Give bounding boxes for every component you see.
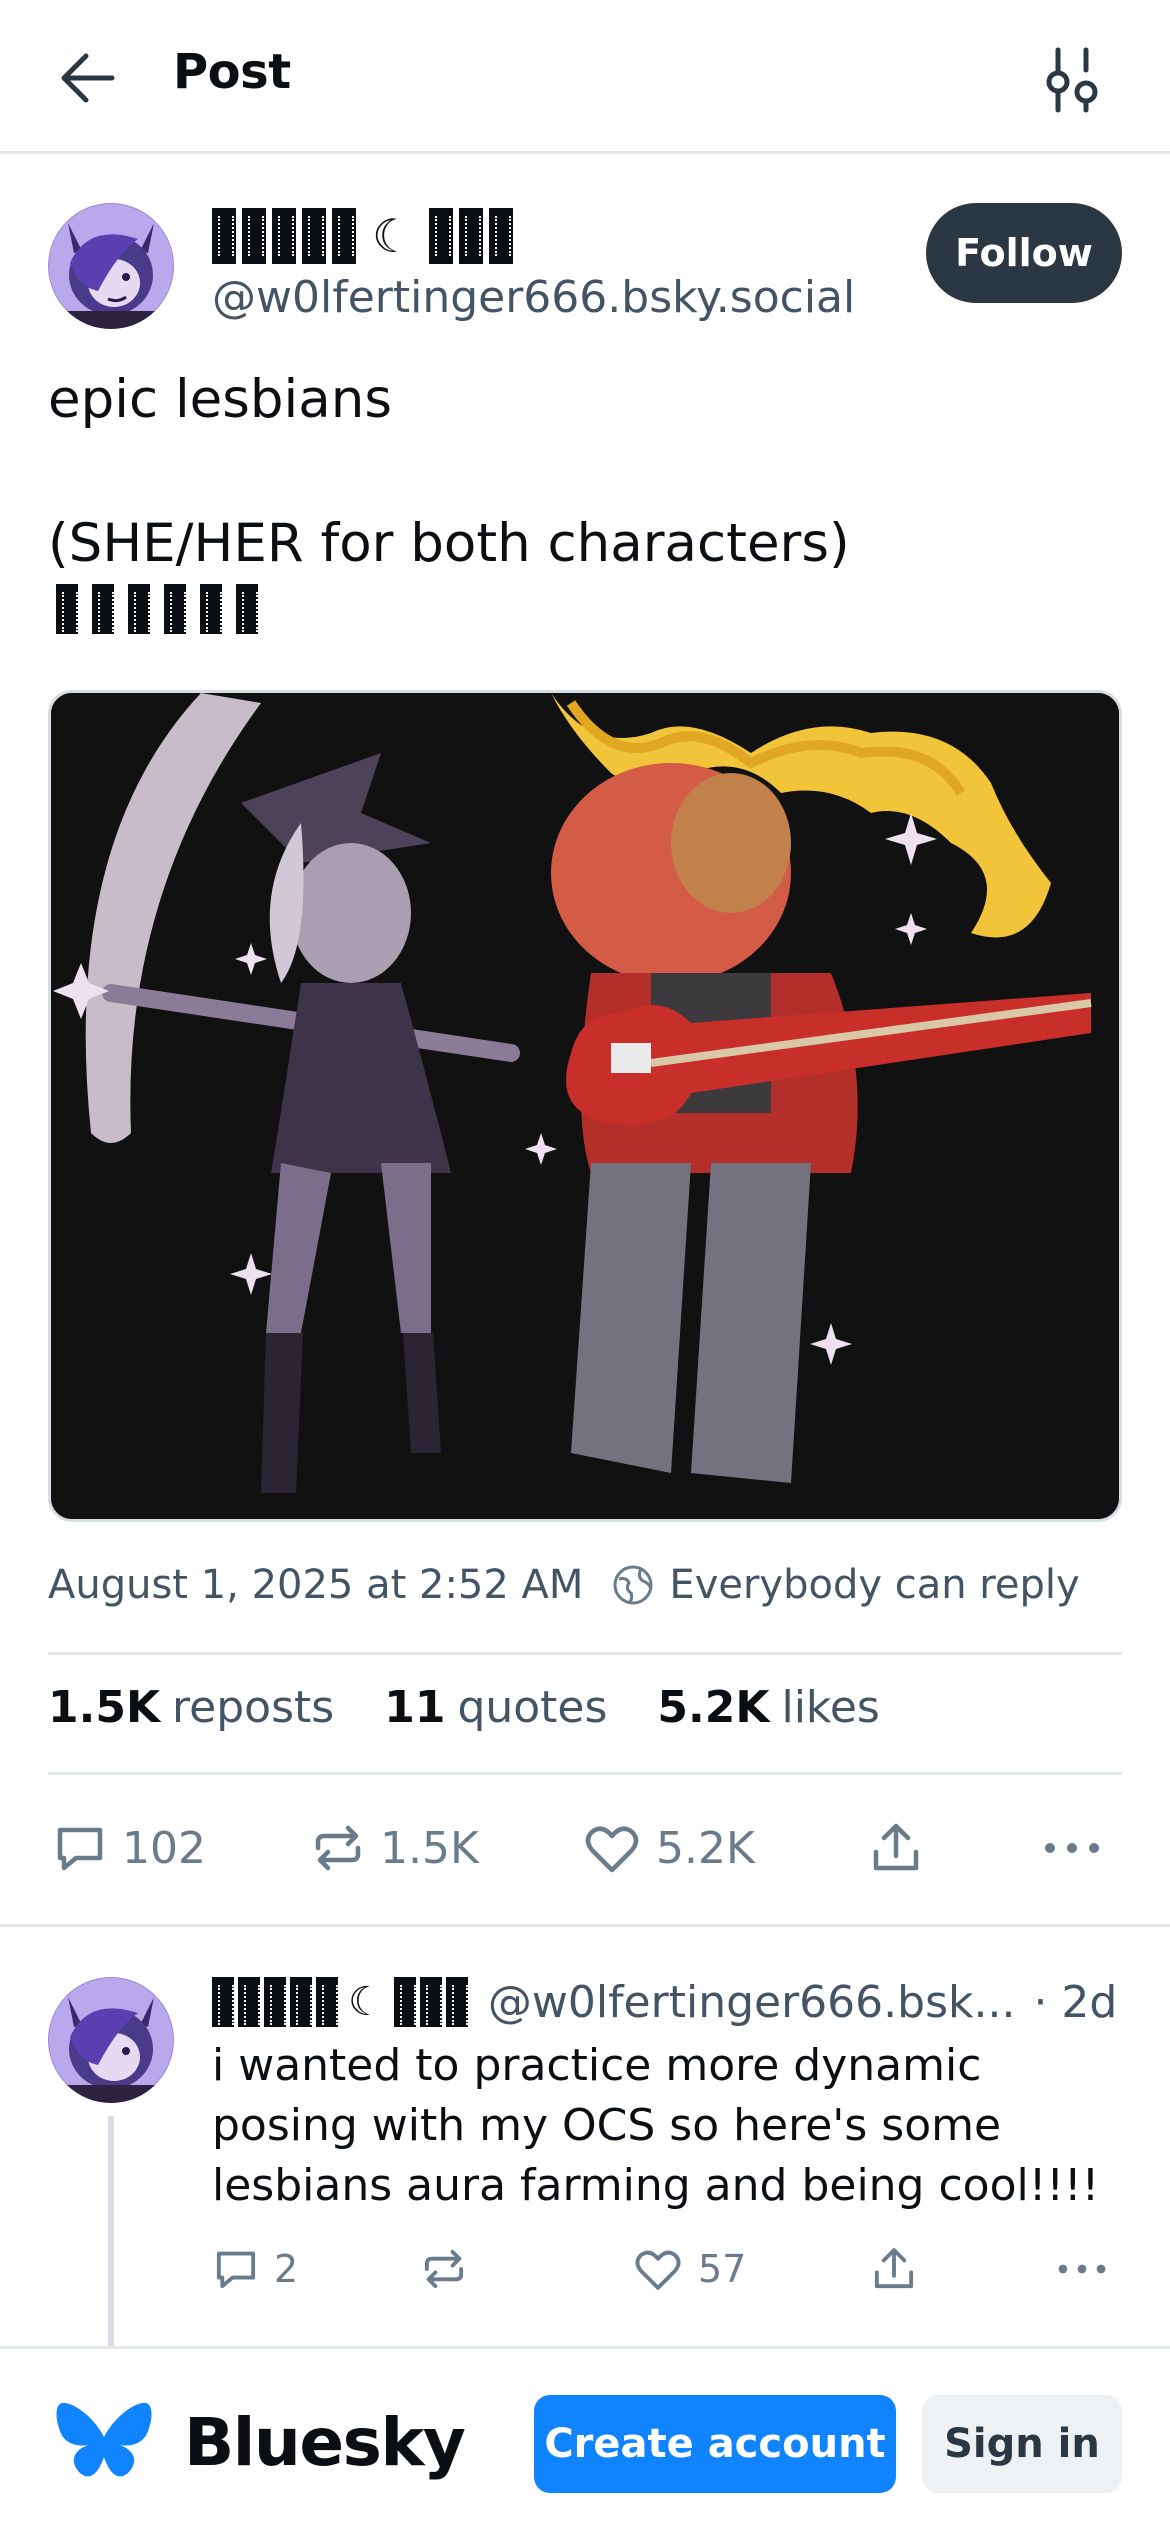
reply-author-avatar[interactable] bbox=[48, 1977, 174, 2103]
post-actions: 102 1.5K 5.2K bbox=[48, 1808, 1122, 1888]
unknown-glyph-icon bbox=[212, 1977, 234, 2027]
reply-reply-button[interactable]: 2 bbox=[212, 2234, 298, 2304]
quotes-stat[interactable]: 11 quotes bbox=[384, 1682, 607, 1733]
unknown-glyph-icon bbox=[56, 584, 78, 634]
unknown-glyph-icon bbox=[316, 1977, 338, 2027]
unknown-glyph-icon bbox=[164, 584, 186, 634]
repost-icon bbox=[315, 1825, 361, 1871]
share-icon bbox=[874, 2248, 914, 2289]
bluesky-butterfly-icon bbox=[56, 2402, 152, 2477]
author-handle[interactable]: @w0lfertinger666.bsky.social bbox=[212, 272, 855, 323]
unknown-glyph-icon bbox=[272, 208, 296, 264]
signup-footer: Bluesky Create account Sign in bbox=[0, 2346, 1170, 2532]
page-title: Post bbox=[173, 44, 291, 100]
crescent-moon-glyph: ☾ bbox=[348, 1979, 384, 2025]
author-avatar[interactable] bbox=[48, 203, 174, 329]
post-timestamp[interactable]: August 1, 2025 at 2:52 AM bbox=[48, 1562, 583, 1608]
unknown-glyph-icon bbox=[459, 208, 484, 264]
like-heart-icon bbox=[585, 1826, 639, 1873]
repost-count: 1.5K bbox=[380, 1822, 479, 1874]
like-heart-icon bbox=[635, 2250, 681, 2290]
unknown-glyph-icon bbox=[393, 1977, 416, 2027]
unknown-glyph-icon bbox=[445, 1977, 468, 2027]
unknown-glyph-icon bbox=[236, 584, 258, 634]
unknown-glyph-icon bbox=[92, 584, 114, 634]
unknown-glyph-icon bbox=[242, 208, 266, 264]
likes-stat[interactable]: 5.2K likes bbox=[657, 1682, 879, 1733]
thread-line bbox=[108, 2116, 114, 2346]
post-text: epic lesbians (SHE/HER for both characte… bbox=[48, 369, 850, 574]
reply-icon bbox=[216, 2251, 256, 2289]
reply-like-count: 57 bbox=[698, 2247, 747, 2291]
repost-button[interactable]: 1.5K bbox=[310, 1808, 479, 1888]
filter-sliders-icon[interactable] bbox=[1036, 44, 1108, 116]
divider bbox=[48, 1772, 1122, 1775]
reply-repost-button[interactable] bbox=[420, 2234, 468, 2304]
reply-actions: 2 57 bbox=[212, 2234, 1122, 2304]
brand[interactable]: Bluesky bbox=[54, 2397, 466, 2487]
reply-text: i wanted to practice more dynamic posing… bbox=[212, 2040, 1100, 2211]
reply-time[interactable]: · 2d bbox=[1033, 1977, 1117, 2028]
like-button[interactable]: 5.2K bbox=[582, 1808, 755, 1888]
unknown-glyph-icon bbox=[489, 208, 514, 264]
reposts-stat[interactable]: 1.5K reposts bbox=[48, 1682, 334, 1733]
post-image[interactable] bbox=[48, 690, 1122, 1522]
unknown-glyph-icon bbox=[290, 1977, 312, 2027]
divider bbox=[48, 1652, 1122, 1655]
share-icon bbox=[873, 1823, 919, 1871]
more-options-button[interactable] bbox=[1042, 1808, 1102, 1888]
follow-button[interactable]: Follow bbox=[926, 203, 1122, 303]
repost-icon bbox=[424, 2249, 464, 2289]
top-bar: Post bbox=[0, 0, 1170, 154]
unknown-glyph-icon bbox=[238, 1977, 260, 2027]
share-button[interactable] bbox=[868, 1808, 924, 1888]
author-display-name[interactable]: ☾ bbox=[212, 205, 514, 267]
globe-icon bbox=[613, 1565, 653, 1605]
reply-reply-count: 2 bbox=[274, 2247, 299, 2291]
create-account-button[interactable]: Create account bbox=[534, 2395, 896, 2493]
back-arrow-icon[interactable] bbox=[52, 42, 124, 114]
reply-icon bbox=[57, 1827, 103, 1871]
more-options-icon bbox=[1058, 2264, 1106, 2274]
post-meta: August 1, 2025 at 2:52 AM Everybody can … bbox=[48, 1562, 1080, 1608]
reply-share-button[interactable] bbox=[870, 2234, 918, 2304]
sign-in-button[interactable]: Sign in bbox=[922, 2395, 1122, 2493]
unknown-glyph-icon bbox=[200, 584, 222, 634]
reply-button[interactable]: 102 bbox=[52, 1808, 206, 1888]
reply-setting: Everybody can reply bbox=[669, 1562, 1080, 1608]
reply-more-options-button[interactable] bbox=[1056, 2234, 1108, 2304]
unknown-glyph-icon bbox=[419, 1977, 442, 2027]
reply-header: ☾ @w0lfertinger666.bsk... · 2d bbox=[212, 1972, 1122, 2032]
like-count: 5.2K bbox=[656, 1822, 755, 1874]
reply-like-button[interactable]: 57 bbox=[632, 2234, 746, 2304]
divider bbox=[0, 1924, 1170, 1927]
more-options-icon bbox=[1045, 1843, 1099, 1853]
unknown-glyph-icon bbox=[302, 208, 326, 264]
unknown-glyph-icon bbox=[212, 208, 236, 264]
reply-count: 102 bbox=[122, 1822, 206, 1874]
unknown-glyph-icon bbox=[128, 584, 150, 634]
post-emoji-glyphs bbox=[56, 584, 258, 634]
engagement-stats: 1.5K reposts 11 quotes 5.2K likes bbox=[48, 1682, 880, 1733]
unknown-glyph-icon bbox=[264, 1977, 286, 2027]
reply-author-handle[interactable]: @w0lfertinger666.bsk... bbox=[488, 1977, 1016, 2028]
brand-name: Bluesky bbox=[184, 2403, 466, 2481]
crescent-moon-glyph: ☾ bbox=[372, 209, 414, 263]
unknown-glyph-icon bbox=[332, 208, 356, 264]
unknown-glyph-icon bbox=[429, 208, 454, 264]
